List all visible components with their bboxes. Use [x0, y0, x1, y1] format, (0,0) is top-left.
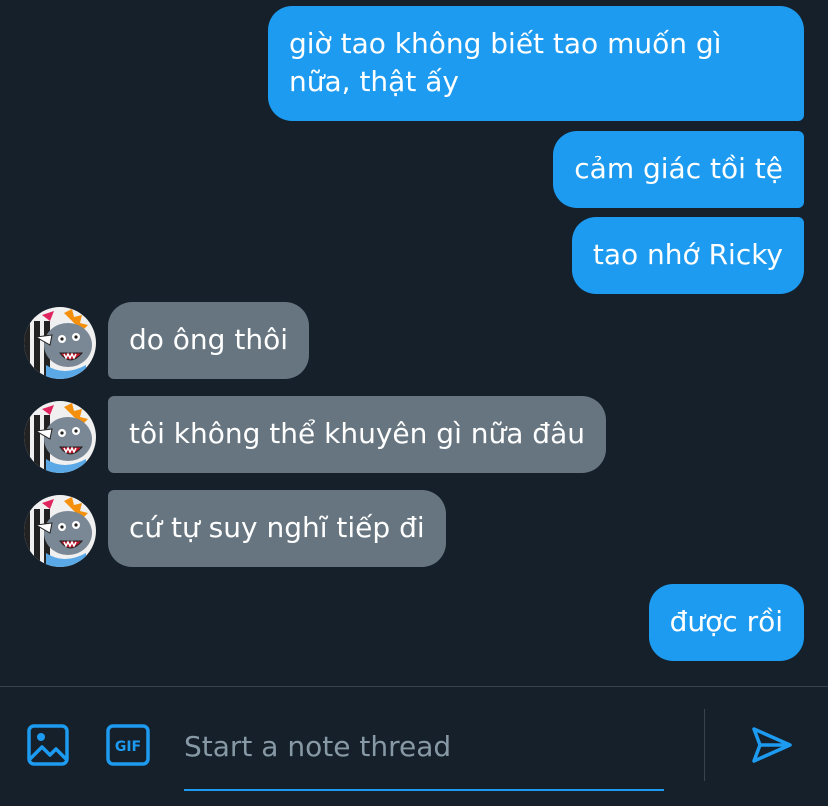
message-bubble-outgoing[interactable]: giờ tao không biết tao muốn gì nữa, thật… — [268, 6, 804, 121]
message-text: do ông thôi — [129, 323, 288, 356]
gif-label: GIF — [115, 739, 141, 755]
note-input-wrapper — [184, 723, 664, 791]
note-input[interactable] — [184, 723, 664, 769]
message-text: tôi không thể khuyên gì nữa đâu — [129, 417, 585, 450]
message-text: cảm giác tồi tệ — [574, 152, 783, 185]
message-text: tao nhớ Ricky — [592, 238, 783, 271]
message-text: cứ tự suy nghĩ tiếp đi — [129, 511, 425, 544]
message-bubble-outgoing[interactable]: được rồi — [648, 584, 804, 661]
message-text: được rồi — [669, 605, 783, 638]
message-bubble-incoming[interactable]: do ông thôi — [108, 302, 309, 379]
message-bubble-incoming[interactable]: tôi không thể khuyên gì nữa đâu — [108, 396, 606, 473]
avatar-image — [24, 495, 96, 567]
contact-avatar[interactable] — [24, 495, 96, 567]
image-icon-graphic — [27, 724, 69, 766]
message-bubble-incoming[interactable]: cứ tự suy nghĩ tiếp đi — [108, 490, 446, 567]
image-icon[interactable] — [24, 721, 72, 769]
avatar-image — [24, 307, 96, 379]
composer-divider — [704, 709, 705, 781]
conversation: giờ tao không biết tao muốn gì nữa, thật… — [0, 0, 828, 686]
send-icon[interactable] — [748, 721, 796, 769]
message-bubble-outgoing[interactable]: tao nhớ Ricky — [571, 217, 804, 294]
message-bubble-outgoing[interactable]: cảm giác tồi tệ — [553, 131, 804, 208]
gif-icon-graphic: GIF — [106, 724, 150, 766]
gif-icon[interactable]: GIF — [104, 721, 152, 769]
message-text: giờ tao không biết tao muốn gì nữa, thật… — [289, 27, 722, 98]
message-composer: GIF — [0, 686, 828, 806]
contact-avatar[interactable] — [24, 307, 96, 379]
avatar-image — [24, 401, 96, 473]
send-icon-graphic — [752, 727, 792, 763]
contact-avatar[interactable] — [24, 401, 96, 473]
